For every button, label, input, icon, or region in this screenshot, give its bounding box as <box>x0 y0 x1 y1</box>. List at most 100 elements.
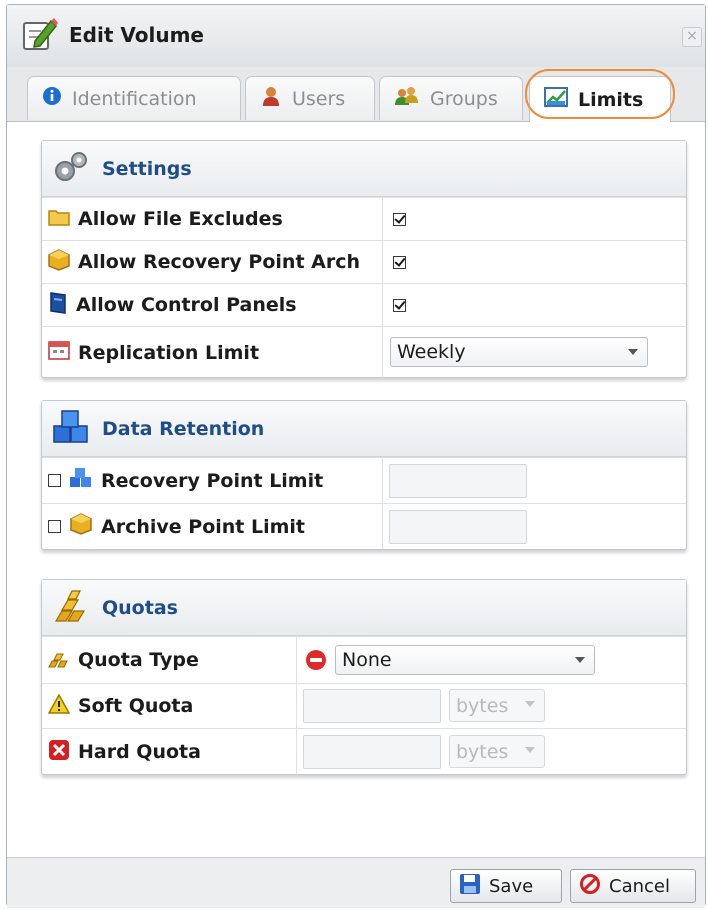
soft-quota-input[interactable] <box>303 689 441 723</box>
quotas-title: Quotas <box>102 596 178 619</box>
dialog-title: Edit Volume <box>69 23 204 47</box>
replication-limit-select[interactable]: Weekly <box>390 337 648 367</box>
soft-quota-unit: bytes <box>456 694 509 717</box>
hard-quota-input[interactable] <box>303 735 441 769</box>
soft-quota-label: Soft Quota <box>78 695 194 717</box>
dialog-footer: Save Cancel <box>7 857 705 908</box>
settings-panel: Settings Allow File Excludes Allow Recov… <box>41 140 687 378</box>
setting-label-wrap: Allow File Excludes <box>48 198 283 240</box>
setting-value-cell <box>382 198 686 240</box>
warning-icon <box>48 692 71 719</box>
tab-users[interactable]: Users <box>245 76 375 120</box>
archive-box-icon <box>69 513 93 540</box>
edit-volume-dialog: Edit Volume × Identification Users Group… <box>6 4 706 908</box>
settings-title: Settings <box>102 157 192 180</box>
recovery-point-limit-checkbox[interactable] <box>48 474 61 487</box>
retention-row: Archive Point Limit <box>42 503 686 549</box>
retention-label-wrap: Archive Point Limit <box>48 504 305 549</box>
settings-header: Settings <box>42 141 686 197</box>
calendar-icon <box>48 340 70 365</box>
gears-icon <box>52 150 90 188</box>
quota-value-cell: None <box>296 637 686 683</box>
gold-bars-icon <box>52 589 90 627</box>
chevron-down-icon <box>628 349 638 355</box>
chevron-down-icon <box>525 701 535 707</box>
archive-point-limit-checkbox[interactable] <box>48 520 61 533</box>
setting-row: Replication Limit Weekly <box>42 326 686 378</box>
quota-value-cell: bytes <box>296 684 686 728</box>
recovery-point-limit-label: Recovery Point Limit <box>101 469 324 492</box>
user-icon <box>260 85 282 112</box>
small-cubes-icon <box>69 468 93 493</box>
floppy-disk-icon <box>459 873 481 900</box>
archive-point-limit-label: Archive Point Limit <box>101 515 305 538</box>
quota-row: Soft Quota bytes <box>42 683 686 728</box>
tab-groups-label: Groups <box>430 87 498 110</box>
no-entry-icon <box>305 649 327 675</box>
quota-label-wrap: Quota Type <box>48 637 199 683</box>
archive-point-limit-input[interactable] <box>389 510 527 544</box>
setting-row: Allow File Excludes <box>42 197 686 240</box>
archive-box-icon <box>48 248 70 276</box>
edit-pencil-icon <box>21 15 59 57</box>
setting-value-cell: Weekly <box>382 327 686 378</box>
cancel-button[interactable]: Cancel <box>570 869 696 903</box>
save-label: Save <box>489 875 534 897</box>
allow-file-excludes-checkbox[interactable] <box>393 212 406 226</box>
tab-identification[interactable]: Identification <box>27 76 241 120</box>
soft-quota-unit-select[interactable]: bytes <box>449 689 545 722</box>
hard-quota-unit-select[interactable]: bytes <box>449 735 545 768</box>
retention-value-cell <box>382 504 686 549</box>
data-retention-title: Data Retention <box>102 417 265 440</box>
chevron-down-icon <box>575 657 585 663</box>
tab-groups[interactable]: Groups <box>379 76 523 120</box>
allow-control-panels-checkbox[interactable] <box>393 298 406 312</box>
setting-label-wrap: Allow Control Panels <box>48 284 297 326</box>
save-button[interactable]: Save <box>450 869 562 903</box>
quota-type-value: None <box>342 649 392 671</box>
retention-label-wrap: Recovery Point Limit <box>48 458 323 503</box>
recovery-point-limit-input[interactable] <box>389 464 527 498</box>
setting-row: Allow Control Panels <box>42 283 686 326</box>
allow-control-panels-label: Allow Control Panels <box>76 294 297 316</box>
data-retention-header: Data Retention <box>42 401 686 457</box>
quotas-panel: Quotas Quota Type None Soft Quota bytes … <box>41 579 687 775</box>
allow-recovery-point-arch-checkbox[interactable] <box>393 255 406 269</box>
tab-users-label: Users <box>292 87 346 110</box>
quotas-header: Quotas <box>42 580 686 636</box>
quota-label-wrap: Hard Quota <box>48 729 201 775</box>
tab-highlight-annotation <box>525 69 675 119</box>
quota-type-select[interactable]: None <box>335 645 595 675</box>
replication-limit-label: Replication Limit <box>78 341 260 364</box>
quota-type-label: Quota Type <box>78 649 199 671</box>
quota-label-wrap: Soft Quota <box>48 684 193 728</box>
hard-quota-label: Hard Quota <box>78 741 201 763</box>
setting-label-wrap: Allow Recovery Point Arch <box>48 241 360 283</box>
allow-recovery-point-arch-label: Allow Recovery Point Arch <box>78 251 361 273</box>
data-retention-panel: Data Retention Recovery Point Limit Arch… <box>41 400 687 550</box>
retention-value-cell <box>382 458 686 503</box>
replication-limit-value: Weekly <box>397 341 466 363</box>
quota-row: Hard Quota bytes <box>42 728 686 775</box>
setting-label-wrap: Replication Limit <box>48 327 259 378</box>
chevron-down-icon <box>525 747 535 753</box>
tab-identification-label: Identification <box>72 87 197 110</box>
quota-value-cell: bytes <box>296 729 686 775</box>
control-panel-icon <box>48 291 68 319</box>
quota-row: Quota Type None <box>42 636 686 683</box>
gold-bars-small-icon <box>48 648 70 673</box>
cancel-icon <box>579 873 601 900</box>
close-button[interactable]: × <box>682 27 702 47</box>
setting-value-cell <box>382 284 686 326</box>
dialog-titlebar: Edit Volume × <box>7 5 705 68</box>
hard-quota-unit: bytes <box>456 740 509 763</box>
cancel-label: Cancel <box>609 875 670 897</box>
setting-value-cell <box>382 241 686 283</box>
error-icon <box>48 739 70 766</box>
setting-row: Allow Recovery Point Arch <box>42 240 686 283</box>
group-icon <box>394 85 420 112</box>
info-icon <box>42 86 62 111</box>
retention-row: Recovery Point Limit <box>42 457 686 503</box>
cubes-icon <box>52 409 90 448</box>
folder-icon <box>48 207 70 232</box>
